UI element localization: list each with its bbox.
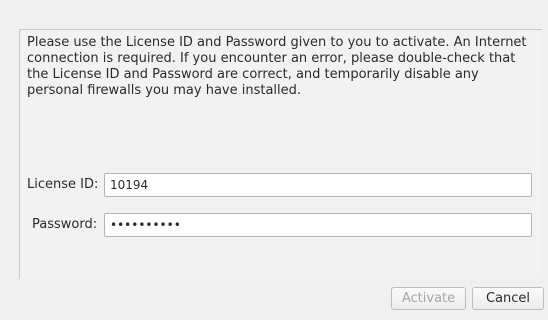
- activate-button[interactable]: Activate: [391, 287, 466, 310]
- password-label: Password:: [32, 217, 98, 232]
- cancel-button[interactable]: Cancel: [472, 287, 544, 310]
- license-id-input[interactable]: [104, 173, 532, 197]
- license-id-row: License ID:: [0, 173, 548, 197]
- password-input[interactable]: [104, 213, 532, 237]
- password-row: Password:: [0, 213, 548, 237]
- license-id-label: License ID:: [27, 177, 99, 192]
- instructions-text: Please use the License ID and Password g…: [27, 35, 527, 98]
